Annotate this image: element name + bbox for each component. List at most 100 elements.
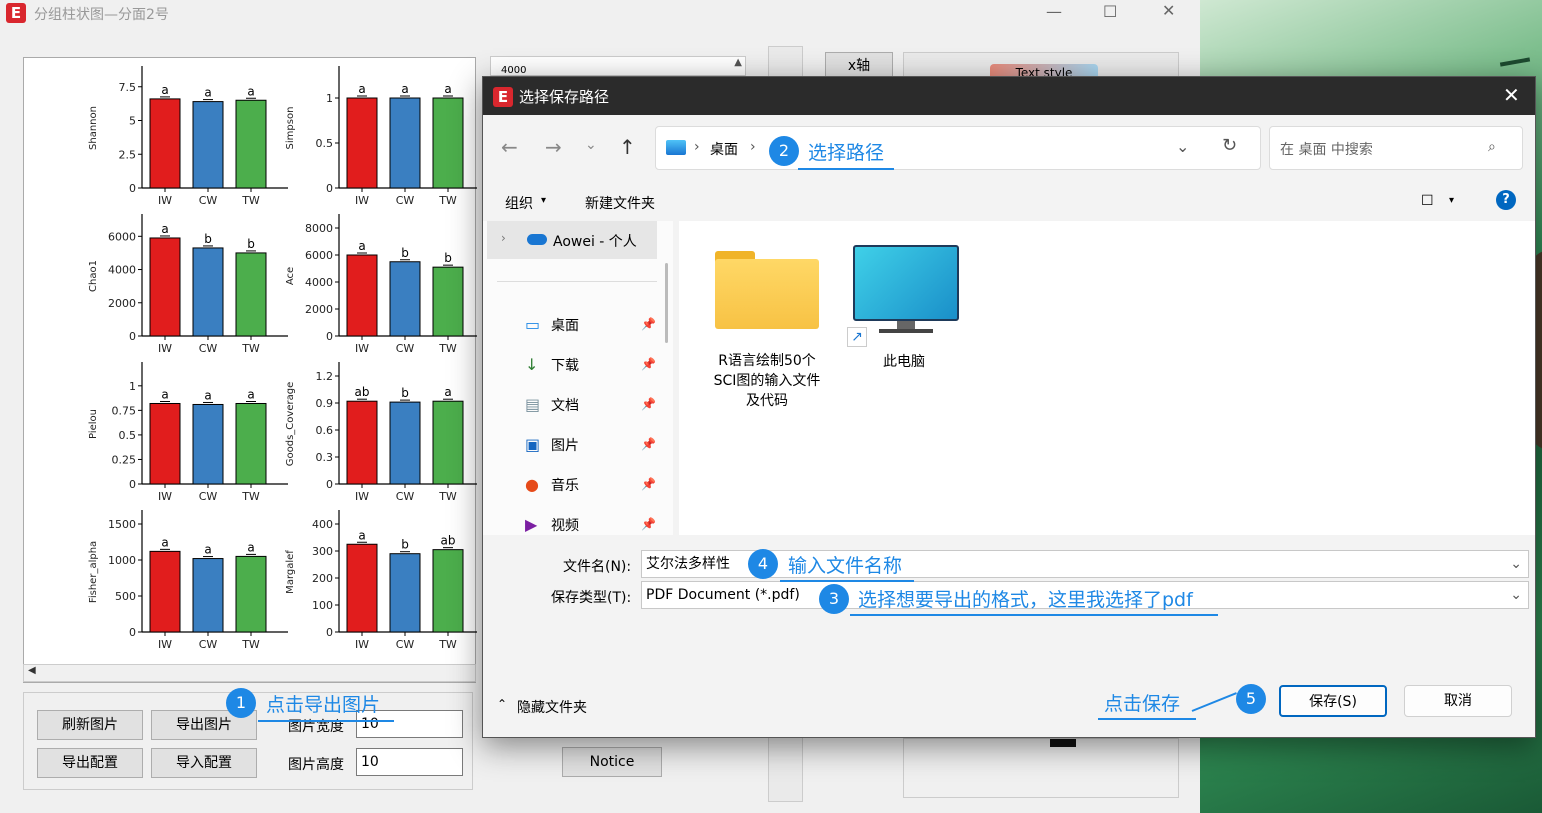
app-logo-icon: E xyxy=(6,3,26,23)
significance-letter: ab xyxy=(441,534,456,548)
sidebar-item-download[interactable]: ↓ 下载 📌 xyxy=(487,349,661,381)
up-icon[interactable]: ↑ xyxy=(619,135,636,159)
save-dialog: E 选择保存路径 ✕ ← → ⌄ ↑ › 桌面 › ⌄ ↻ 在 桌面 中搜索 ⌕… xyxy=(482,76,1536,738)
y-tick-label: 2.5 xyxy=(119,148,137,161)
width-label: 图片宽度 xyxy=(288,719,344,735)
recent-dropdown-icon[interactable]: ⌄ xyxy=(585,137,597,153)
x-tick-label: TW xyxy=(438,342,457,355)
value-spinner[interactable]: 4000 ▲ xyxy=(490,56,746,76)
save-button[interactable]: 保存(S) xyxy=(1279,685,1387,717)
sidebar-item-music[interactable]: ● 音乐 📌 xyxy=(487,469,661,501)
pictures-icon: ▣ xyxy=(525,435,541,454)
app-title: 分组柱状图—分面2号 xyxy=(34,7,169,23)
annotation-5-text: 点击保存 xyxy=(1104,693,1181,715)
y-tick-label: 0 xyxy=(326,626,333,639)
sidebar-item-cloud[interactable]: › Aowei - 个人 xyxy=(487,221,657,259)
pin-icon[interactable]: 📌 xyxy=(641,397,656,411)
chart-panel-8: 0 100 200 300 400 Margalef a IW b CW ab TW xyxy=(285,510,485,651)
view-dropdown-icon[interactable]: ▾ xyxy=(1449,195,1454,206)
pin-icon[interactable]: 📌 xyxy=(641,317,656,331)
significance-letter: a xyxy=(401,82,408,96)
address-dropdown-icon[interactable]: ⌄ xyxy=(1176,137,1189,156)
pin-icon[interactable]: 📌 xyxy=(641,357,656,371)
sidebar-cloud-label: Aowei - 个人 xyxy=(553,234,637,250)
filename-dropdown-icon[interactable]: ⌄ xyxy=(1510,551,1522,577)
spinner-up-icon[interactable]: ▲ xyxy=(734,57,742,68)
chart-panel-5: 0 0.25 0.5 0.75 1 Pielou a IW a CW a TW xyxy=(88,362,288,503)
search-box[interactable]: 在 桌面 中搜索 ⌕ xyxy=(1269,126,1523,170)
bar-IW xyxy=(346,400,378,485)
folder-item[interactable] xyxy=(715,245,819,329)
scroll-left-icon[interactable]: ◀ xyxy=(28,665,36,676)
import-config-button[interactable]: 导入配置 xyxy=(151,748,257,778)
y-axis-label: Margalef xyxy=(285,550,296,594)
y-tick-label: 100 xyxy=(312,599,333,612)
filetype-dropdown-icon[interactable]: ⌄ xyxy=(1510,582,1522,608)
right-control-area xyxy=(903,738,1179,798)
significance-letter: b xyxy=(401,246,409,260)
breadcrumb-desktop[interactable]: 桌面 xyxy=(710,139,738,159)
view-icon[interactable]: ☐ xyxy=(1421,193,1434,209)
y-tick-label: 0.5 xyxy=(316,137,334,150)
address-bar[interactable]: › 桌面 › ⌄ ↻ xyxy=(655,126,1261,170)
help-icon[interactable]: ? xyxy=(1496,190,1516,210)
y-tick-label: 0 xyxy=(129,478,136,491)
chart-panel-4: 0 2000 4000 6000 8000 Ace a IW b CW b TW xyxy=(285,214,485,355)
sidebar-scrollbar[interactable] xyxy=(665,263,668,343)
bar-CW xyxy=(192,403,224,485)
cancel-button[interactable]: 取消 xyxy=(1404,685,1512,717)
expand-icon[interactable]: › xyxy=(501,231,506,245)
significance-letter: a xyxy=(358,82,365,96)
y-tick-label: 6000 xyxy=(108,230,136,243)
pin-icon[interactable]: 📌 xyxy=(641,517,656,531)
bar-IW xyxy=(346,543,378,633)
bar-TW xyxy=(432,97,464,189)
y-tick-label: 0.25 xyxy=(112,453,137,466)
x-tick-label: TW xyxy=(241,490,260,503)
significance-letter: b xyxy=(247,237,255,251)
y-axis-label: Shannon xyxy=(88,106,99,150)
y-tick-label: 2000 xyxy=(305,303,333,316)
tab-xaxis[interactable]: x轴 xyxy=(825,52,893,78)
close-icon[interactable]: ✕ xyxy=(1162,1,1175,20)
computer-icon[interactable] xyxy=(853,245,959,321)
refresh-image-button[interactable]: 刷新图片 xyxy=(37,710,143,740)
collapse-icon[interactable]: ⌃ xyxy=(497,697,507,711)
refresh-icon[interactable]: ↻ xyxy=(1222,135,1237,156)
bar-IW xyxy=(149,402,181,485)
pin-icon[interactable]: 📌 xyxy=(641,477,656,491)
height-input[interactable]: 10 xyxy=(356,748,463,776)
bar-TW xyxy=(235,402,267,485)
new-folder-button[interactable]: 新建文件夹 xyxy=(585,193,655,213)
notice-button[interactable]: Notice xyxy=(562,747,662,777)
organize-dropdown-icon[interactable]: ▾ xyxy=(541,195,546,206)
x-tick-label: TW xyxy=(241,342,260,355)
dialog-close-icon[interactable]: ✕ xyxy=(1503,83,1520,107)
x-tick-label: CW xyxy=(396,342,415,355)
sidebar-item-document[interactable]: ▤ 文档 📌 xyxy=(487,389,661,421)
plot-horizontal-scrollbar[interactable]: ◀ xyxy=(23,664,476,682)
back-icon[interactable]: ← xyxy=(501,135,518,159)
x-tick-label: IW xyxy=(355,490,369,503)
hide-folders-toggle[interactable]: 隐藏文件夹 xyxy=(517,697,587,717)
organize-menu[interactable]: 组织 xyxy=(505,193,533,213)
pin-icon[interactable]: 📌 xyxy=(641,437,656,451)
export-config-button[interactable]: 导出配置 xyxy=(37,748,143,778)
significance-letter: a xyxy=(204,543,211,557)
maximize-icon[interactable]: ☐ xyxy=(1103,2,1117,21)
annotation-2-text: 选择路径 xyxy=(808,142,885,164)
sidebar-item-pictures[interactable]: ▣ 图片 📌 xyxy=(487,429,661,461)
color-swatch[interactable] xyxy=(1050,739,1076,747)
bar-IW xyxy=(346,254,378,337)
x-tick-label: CW xyxy=(199,342,218,355)
y-axis-label: Chao1 xyxy=(88,260,99,292)
annotation-3-text: 选择想要导出的格式，这里我选择了pdf xyxy=(858,589,1193,611)
y-tick-label: 0 xyxy=(326,182,333,195)
forward-icon[interactable]: → xyxy=(545,135,562,159)
significance-letter: a xyxy=(161,222,168,236)
download-icon: ↓ xyxy=(525,355,539,374)
minimize-icon[interactable]: — xyxy=(1046,2,1062,21)
significance-letter: a xyxy=(444,385,451,399)
dialog-toolbar: 组织 ▾ 新建文件夹 ☐ ▾ ? xyxy=(483,187,1535,221)
sidebar-item-desktop[interactable]: ▭ 桌面 📌 xyxy=(487,309,661,341)
